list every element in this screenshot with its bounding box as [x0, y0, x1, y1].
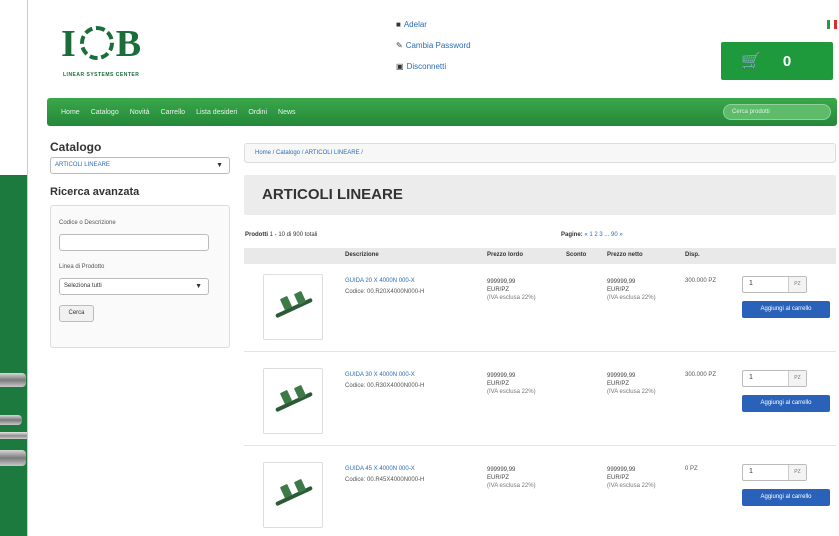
product-name-link[interactable]: GUIDA 30 X 4000N 000-X [345, 372, 415, 378]
nav-item-home[interactable]: Home [61, 109, 80, 116]
nav-item-news[interactable]: News [278, 109, 296, 116]
col-availability: Disp. [685, 252, 700, 258]
table-row: GUIDA 20 X 4000N 000-X Codice: 00.R20X40… [244, 264, 836, 352]
product-image[interactable] [263, 462, 323, 528]
background-photo [0, 175, 27, 536]
nav-item-ordini[interactable]: Ordini [248, 109, 267, 116]
pager-label: Pagine: [561, 232, 583, 238]
gear-icon [79, 26, 114, 61]
product-code: Codice: 00.R20X4000N000-H [345, 289, 425, 295]
table-row: GUIDA 30 X 4000N 000-X Codice: 00.R30X40… [244, 358, 836, 446]
results-prefix: Prodotti [245, 232, 268, 238]
quantity-value: 1 [749, 280, 753, 287]
quantity-field[interactable]: 1 PZ [742, 276, 807, 293]
linear-shaft-image [0, 373, 26, 387]
logout-label: Disconnetti [406, 62, 447, 71]
advanced-search-panel: Codice o Descrizione Linea di Prodotto S… [50, 205, 230, 348]
catalog-title: Catalogo [50, 140, 102, 154]
add-to-cart-button[interactable]: Aggiungi al carrello [742, 395, 830, 412]
catalog-selected-value: ARTICOLI LINEARE [55, 162, 110, 168]
add-to-cart-button[interactable]: Aggiungi al carrello [742, 301, 830, 318]
gross-price: 999999,99 EUR/PZ (IVA esclusa 22%) [487, 467, 536, 489]
gross-price: 999999,99 EUR/PZ (IVA esclusa 22%) [487, 373, 536, 395]
gross-price: 999999,99 EUR/PZ (IVA esclusa 22%) [487, 279, 536, 301]
cart-icon: 🛒 [741, 53, 761, 70]
pencil-icon: ✎ [396, 41, 403, 50]
nav-item-lista-desideri[interactable]: Lista desideri [196, 109, 237, 116]
results-text: 1 - 10 di 900 totali [269, 232, 318, 238]
nav-item-novita[interactable]: Novità [130, 109, 150, 116]
catalog-select[interactable]: ARTICOLI LINEARE ▼ [50, 157, 230, 174]
net-price: 999999,99 EUR/PZ (IVA esclusa 22%) [607, 373, 656, 395]
pagination: Pagine: « 1 2 3 ... 90 » [561, 232, 623, 238]
quantity-value: 1 [749, 374, 753, 381]
pager-links[interactable]: « 1 2 3 ... 90 » [584, 232, 622, 238]
availability: 300.000 PZ [685, 278, 717, 284]
search-button[interactable]: Cerca [59, 305, 94, 322]
main-navbar: Home Catalogo Novità Carrello Lista desi… [47, 98, 837, 126]
linear-shaft-image [0, 415, 22, 425]
user-link[interactable]: ■ Adelar [396, 20, 471, 29]
col-description: Descrizione [345, 252, 379, 258]
user-name-label: Adelar [403, 20, 427, 29]
product-code: Codice: 00.R30X4000N000-H [345, 383, 425, 389]
quantity-unit: PZ [788, 371, 806, 386]
product-line-select[interactable]: Seleziona tutti ▼ [59, 278, 209, 295]
logo-tagline: LINEAR SYSTEMS CENTER [63, 72, 140, 78]
user-menu: ■ Adelar ✎ Cambia Password ▣ Disconnetti [396, 20, 471, 83]
cart-count: 0 [782, 52, 792, 70]
code-description-field[interactable] [59, 234, 209, 251]
chevron-down-icon: ▼ [195, 283, 202, 290]
table-header: Descrizione Prezzo lordo Sconto Prezzo n… [244, 248, 836, 264]
product-name-link[interactable]: GUIDA 20 X 4000N 000-X [345, 278, 415, 284]
logo-mark: IB [61, 23, 144, 65]
web-page: IB LINEAR SYSTEMS CENTER ■ Adelar ✎ Cambia… [27, 0, 839, 536]
cart-button[interactable]: 🛒 0 [721, 42, 833, 80]
change-password-label: Cambia Password [405, 41, 471, 50]
quantity-value: 1 [749, 468, 753, 475]
col-discount: Sconto [566, 252, 587, 258]
logout-link[interactable]: ▣ Disconnetti [396, 62, 471, 71]
language-flag-icon[interactable] [827, 20, 837, 29]
availability: 0 PZ [685, 466, 698, 472]
net-price: 999999,99 EUR/PZ (IVA esclusa 22%) [607, 279, 656, 301]
page-title: ARTICOLI LINEARE [244, 175, 836, 215]
chevron-down-icon: ▼ [216, 162, 223, 169]
search-input[interactable]: Cerca prodotti [723, 104, 831, 120]
nav-item-carrello[interactable]: Carrello [161, 109, 186, 116]
add-to-cart-button[interactable]: Aggiungi al carrello [742, 489, 830, 506]
table-row: GUIDA 45 X 4000N 000-X Codice: 00.R45X40… [244, 452, 836, 536]
quantity-unit: PZ [788, 465, 806, 480]
breadcrumb[interactable]: Home / Catalogo / ARTICOLI LINEARE / [244, 143, 836, 163]
product-image[interactable] [263, 274, 323, 340]
product-image[interactable] [263, 368, 323, 434]
col-gross-price: Prezzo lordo [487, 252, 524, 258]
product-line-label: Linea di Prodotto [59, 264, 105, 270]
user-icon: ■ [396, 20, 401, 29]
net-price: 999999,99 EUR/PZ (IVA esclusa 22%) [607, 467, 656, 489]
product-name-link[interactable]: GUIDA 45 X 4000N 000-X [345, 466, 415, 472]
advanced-search-title: Ricerca avanzata [50, 186, 140, 198]
quantity-field[interactable]: 1 PZ [742, 370, 807, 387]
col-net-price: Prezzo netto [607, 252, 643, 258]
quantity-field[interactable]: 1 PZ [742, 464, 807, 481]
availability: 300.000 PZ [685, 372, 717, 378]
change-password-link[interactable]: ✎ Cambia Password [396, 41, 471, 50]
product-line-selected-value: Seleziona tutti [64, 283, 102, 289]
results-count: Prodotti 1 - 10 di 900 totali [245, 232, 317, 238]
product-code: Codice: 00.R45X4000N000-H [345, 477, 425, 483]
nav-item-catalogo[interactable]: Catalogo [91, 109, 119, 116]
code-label: Codice o Descrizione [59, 220, 116, 226]
linear-shaft-image [0, 450, 26, 466]
logout-icon: ▣ [396, 62, 404, 71]
quantity-unit: PZ [788, 277, 806, 292]
isb-logo[interactable]: IB LINEAR SYSTEMS CENTER [61, 22, 201, 84]
